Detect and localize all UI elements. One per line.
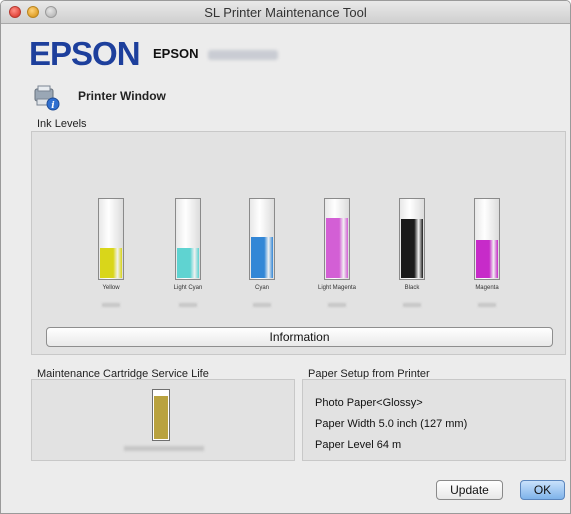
ink-tank-body (324, 198, 350, 280)
ink-level-fill (476, 240, 498, 278)
ink-tank (474, 198, 500, 280)
paper-setup-panel: Photo Paper<Glossy> Paper Width 5.0 inch… (302, 379, 566, 461)
ink-tank (324, 198, 350, 280)
ink-level-fill (401, 219, 423, 278)
update-button[interactable]: Update (436, 480, 503, 500)
ink-level-fill (177, 248, 199, 278)
maintenance-cartridge-panel (31, 379, 295, 461)
ink-tank (249, 198, 275, 280)
ink-code-blur (403, 303, 421, 307)
epson-logo: EPSON (29, 35, 141, 72)
ink-levels-panel: Information Yellow Light Cyan Cyan Light Ma… (31, 131, 566, 355)
ink-tank-body (399, 198, 425, 280)
ink-tank (399, 198, 425, 280)
printer-info-icon[interactable]: i (33, 85, 61, 111)
ink-code-redacted (447, 294, 527, 312)
ink-tank-body (98, 198, 124, 280)
ink-code-redacted (71, 294, 151, 312)
printer-model-name: EPSON (153, 46, 279, 61)
title-bar[interactable]: SL Printer Maintenance Tool (1, 1, 570, 24)
ink-levels-heading: Ink Levels (37, 118, 87, 130)
model-prefix: EPSON (153, 46, 199, 61)
paper-level: Paper Level 64 m (315, 439, 402, 451)
ink-level-fill (251, 237, 273, 278)
ink-code-redacted (297, 294, 377, 312)
maintenance-cartridge-gauge (152, 389, 170, 441)
ink-level-fill (326, 218, 348, 278)
maintenance-cartridge-fill (154, 396, 168, 439)
ink-level-fill (100, 248, 122, 278)
ink-code-blur (253, 303, 271, 307)
ink-code-redacted (222, 294, 302, 312)
ink-color-label: Black (404, 285, 420, 291)
ink-color-label: Light Cyan (173, 285, 203, 291)
ink-code-blur (102, 303, 120, 307)
maintenance-tool-window: SL Printer Maintenance Tool EPSON EPSON … (0, 0, 571, 514)
ink-color-label: Magenta (475, 285, 499, 291)
window-title: SL Printer Maintenance Tool (204, 5, 367, 20)
ink-code-redacted (148, 294, 228, 312)
ok-button[interactable]: OK (520, 480, 565, 500)
ink-tank (98, 198, 124, 280)
ink-tank-body (249, 198, 275, 280)
ink-code-redacted (372, 294, 452, 312)
ink-code-blur (478, 303, 496, 307)
maintenance-cartridge-code-redacted (124, 446, 204, 451)
svg-text:i: i (51, 101, 55, 111)
ink-color-label: Cyan (254, 285, 269, 291)
printer-window-label[interactable]: Printer Window (78, 89, 166, 103)
ink-tank-body (474, 198, 500, 280)
ink-tank (175, 198, 201, 280)
ink-code-blur (328, 303, 346, 307)
ink-tank-body (175, 198, 201, 280)
model-number-redacted (208, 49, 279, 60)
ink-color-label: Light Magenta (317, 285, 357, 291)
ink-code-blur (179, 303, 197, 307)
information-button[interactable]: Information (46, 327, 553, 347)
paper-type: Photo Paper<Glossy> (315, 397, 423, 409)
paper-width: Paper Width 5.0 inch (127 mm) (315, 418, 468, 430)
ink-color-label: Yellow (102, 285, 120, 291)
